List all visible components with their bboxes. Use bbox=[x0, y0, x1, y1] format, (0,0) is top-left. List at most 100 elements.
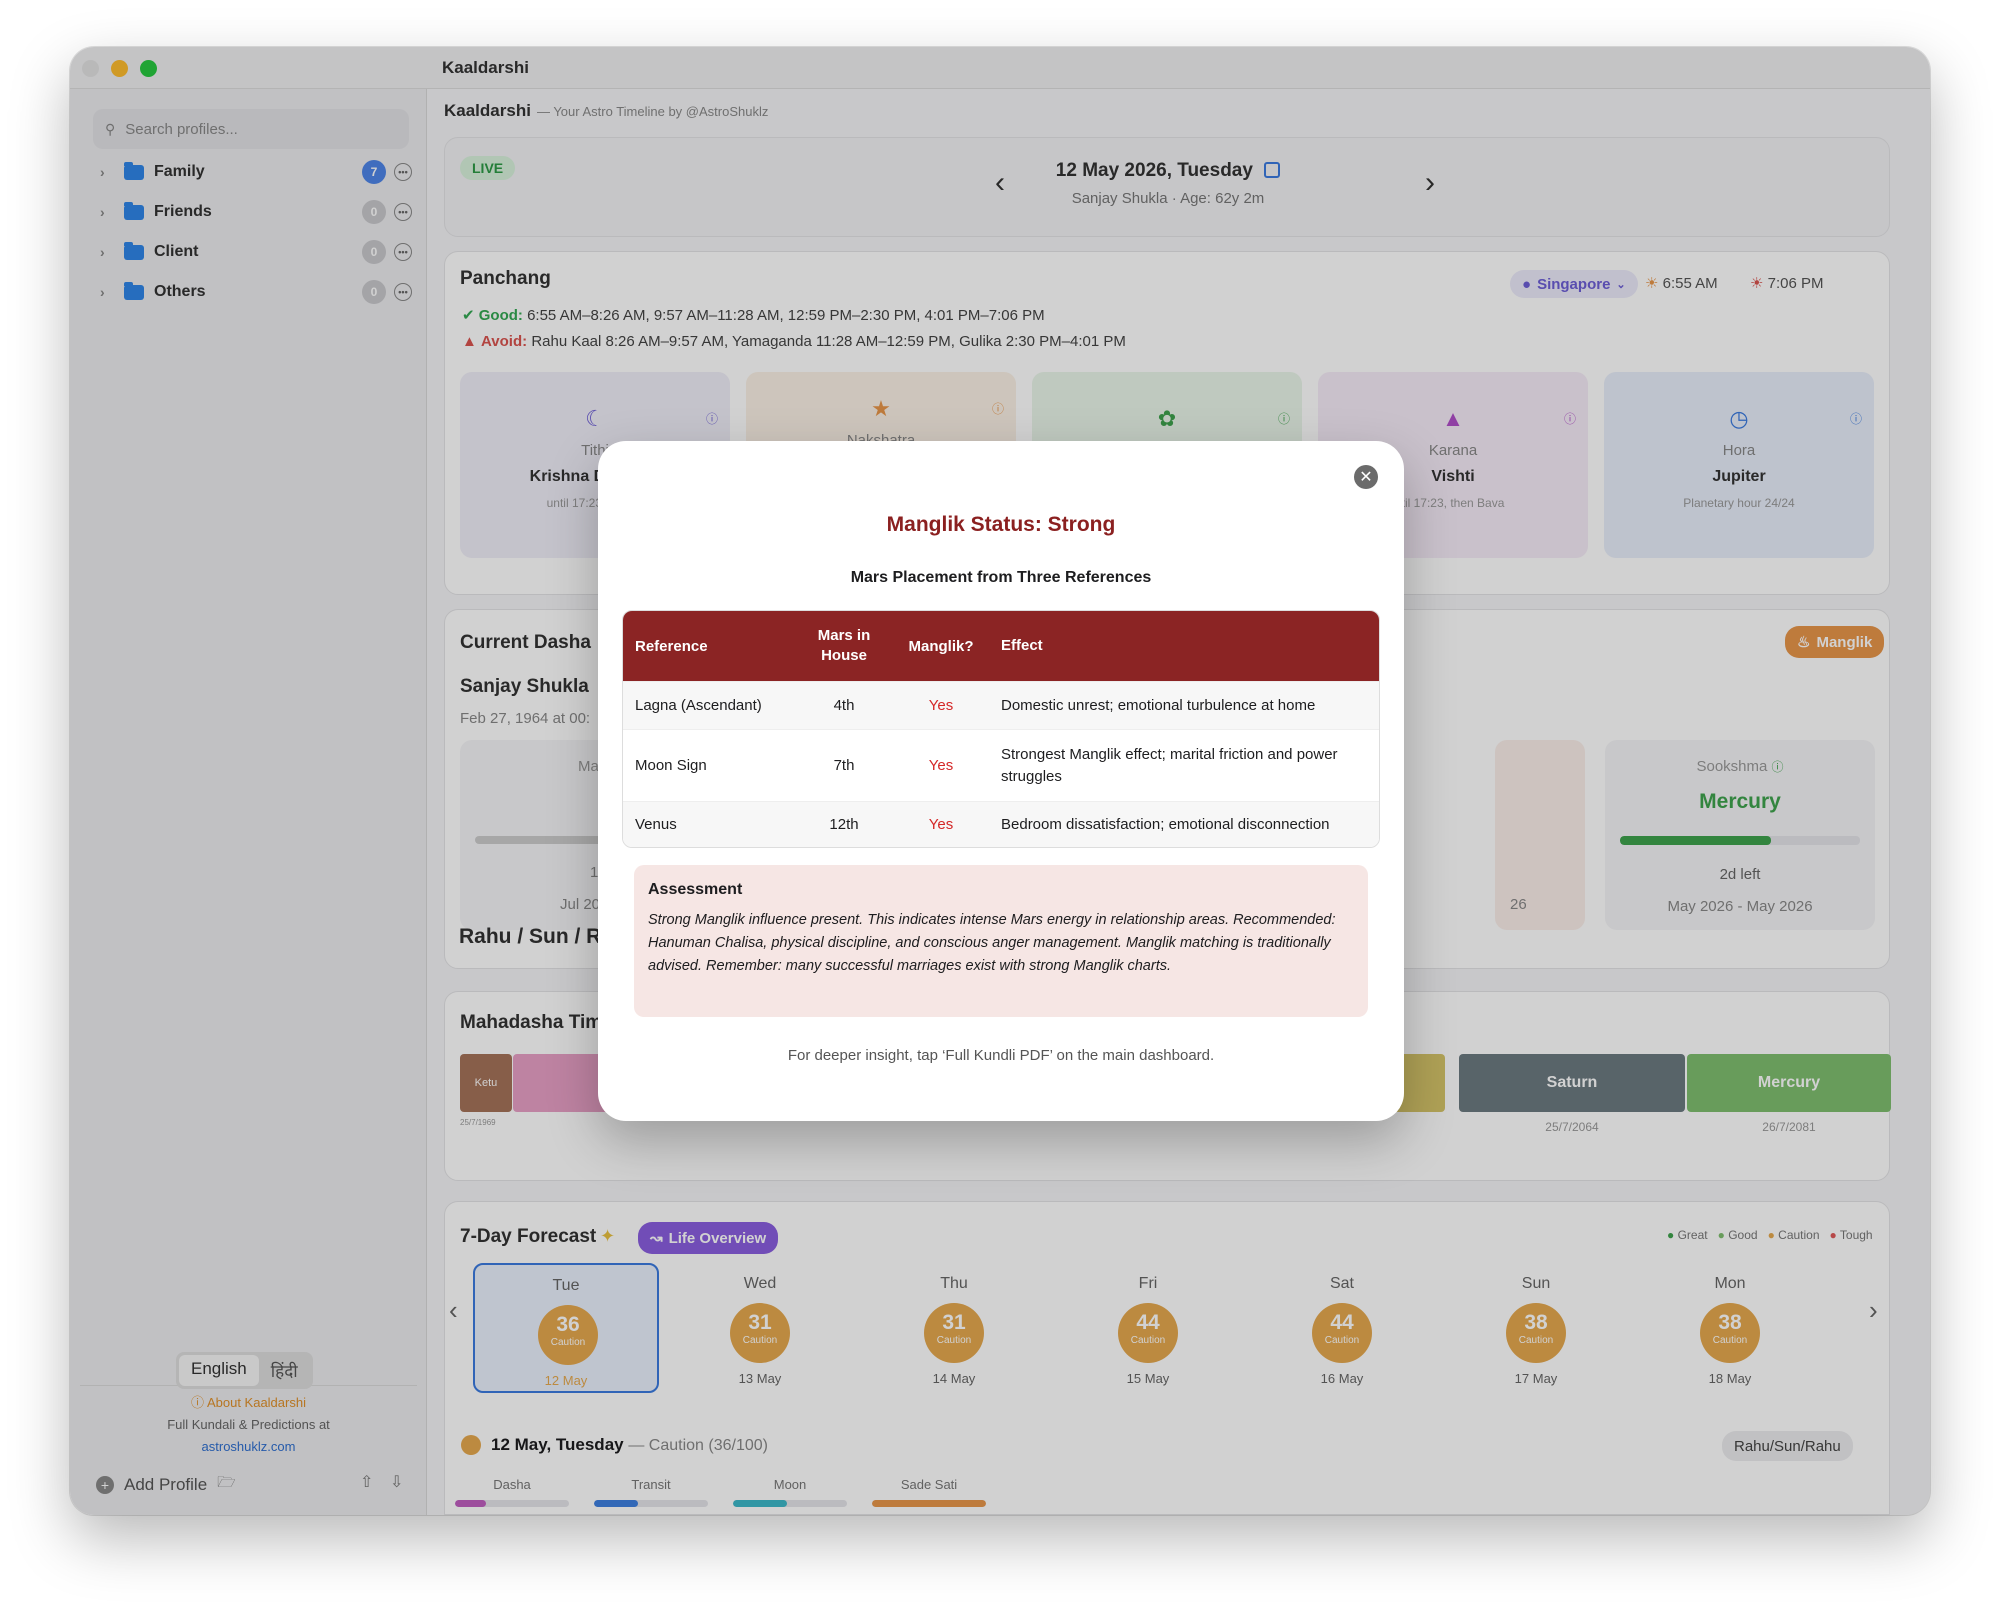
chevron-down-icon: ⌄ bbox=[1616, 278, 1626, 291]
life-overview-label: Life Overview bbox=[668, 1229, 767, 1247]
sookshma-range: May 2026 - May 2026 bbox=[1667, 898, 1813, 915]
metric-bar bbox=[594, 1500, 708, 1507]
zoom-window-button[interactable] bbox=[140, 60, 157, 77]
legend-great: ● Great bbox=[1667, 1228, 1708, 1242]
day-score: 38 bbox=[1524, 1311, 1548, 1334]
metric-bar bbox=[733, 1500, 847, 1507]
pratyantar-range: 26 bbox=[1510, 896, 1527, 913]
info-icon[interactable]: ⓘ bbox=[1564, 410, 1576, 427]
score-circle: 44 Caution bbox=[1118, 1303, 1178, 1363]
sidebar-group-client[interactable]: › Client 0 ••• bbox=[100, 237, 420, 267]
score-circle: 36 Caution bbox=[538, 1305, 598, 1365]
hora-card[interactable]: ◷ ⓘ Hora Jupiter Planetary hour 24/24 bbox=[1604, 372, 1874, 558]
date-label: 12 May 2026, Tuesday bbox=[1055, 160, 1253, 181]
import-icon[interactable]: ⇩ bbox=[390, 1472, 403, 1492]
forecast-prev-button[interactable]: ‹ bbox=[449, 1295, 458, 1326]
sookshma-planet: Mercury bbox=[1699, 790, 1781, 813]
day-score: 36 bbox=[556, 1313, 580, 1336]
timeline-segment[interactable] bbox=[1385, 1054, 1445, 1112]
location-selector[interactable]: ● Singapore ⌄ bbox=[1510, 270, 1638, 298]
add-profile-button[interactable]: + Add Profile 🗁 bbox=[96, 1472, 236, 1497]
chevron-right-icon[interactable]: › bbox=[100, 204, 118, 220]
more-options-icon[interactable]: ••• bbox=[394, 283, 412, 301]
sidebar-group-others[interactable]: › Others 0 ••• bbox=[100, 277, 420, 307]
sookshma-progress bbox=[1620, 836, 1860, 845]
metric-label: Dasha bbox=[493, 1477, 531, 1492]
forecast-day[interactable]: Wed 31 Caution 13 May bbox=[667, 1263, 853, 1393]
mahadasha-label-fragment: Ma bbox=[578, 758, 599, 775]
triangle-icon: ▲ bbox=[1442, 406, 1464, 431]
new-folder-icon[interactable]: 🗁 bbox=[217, 1472, 236, 1497]
count-badge: 7 bbox=[362, 160, 386, 184]
chevron-right-icon[interactable]: › bbox=[100, 164, 118, 180]
timeline-segment-mercury[interactable]: Mercury bbox=[1687, 1054, 1891, 1112]
score-circle: 31 Caution bbox=[730, 1303, 790, 1363]
forecast-day[interactable]: Mon 38 Caution 18 May bbox=[1637, 1263, 1823, 1393]
more-options-icon[interactable]: ••• bbox=[394, 203, 412, 221]
nakshatra-card[interactable]: ★ ⓘ Nakshatra Purva Bhadrapada bbox=[746, 372, 1016, 558]
folder-icon bbox=[124, 241, 144, 260]
yoga-card[interactable]: ✿ ⓘ Yoga Vaidhriti bbox=[1032, 372, 1302, 558]
selected-day-summary: 12 May, Tuesday — Caution (36/100) bbox=[491, 1435, 768, 1455]
group-label: Friends bbox=[154, 203, 212, 220]
minimize-window-button[interactable] bbox=[111, 60, 128, 77]
sidebar-group-family[interactable]: › Family 7 ••• bbox=[100, 157, 420, 187]
forecast-day[interactable]: Fri 44 Caution 15 May bbox=[1055, 1263, 1241, 1393]
forecast-day[interactable]: Sun 38 Caution 17 May bbox=[1443, 1263, 1629, 1393]
sunset: ☀ 7:06 PM bbox=[1750, 274, 1824, 292]
forecast-title: 7-Day Forecast bbox=[460, 1226, 597, 1247]
count-badge: 0 bbox=[362, 200, 386, 224]
segment-date: 26/7/2081 bbox=[1762, 1120, 1816, 1134]
card-label: Tithi bbox=[581, 442, 609, 459]
chevron-right-icon[interactable]: › bbox=[100, 284, 118, 300]
info-icon[interactable]: ⓘ bbox=[706, 410, 718, 427]
forecast-day[interactable]: Thu 31 Caution 14 May bbox=[861, 1263, 1047, 1393]
app-tagline: — Your Astro Timeline by @AstroShuklz bbox=[536, 104, 769, 119]
folder-icon bbox=[124, 161, 144, 180]
timeline-segment-ketu[interactable]: Ketu bbox=[460, 1054, 512, 1112]
manglik-badge[interactable]: ♨ Manglik bbox=[1785, 626, 1885, 658]
tithi-card[interactable]: ☾ ⓘ Tithi Krishna Dashami until 17:23, t… bbox=[460, 372, 730, 558]
info-icon[interactable]: ⓘ bbox=[1278, 410, 1290, 427]
forecast-day[interactable]: Sat 44 Caution 16 May bbox=[1249, 1263, 1435, 1393]
sidebar-group-friends[interactable]: › Friends 0 ••• bbox=[100, 197, 420, 227]
more-options-icon[interactable]: ••• bbox=[394, 163, 412, 181]
sparkle-icon: ✦ bbox=[600, 1226, 616, 1246]
info-icon[interactable]: ⓘ bbox=[992, 400, 1004, 417]
export-icon[interactable]: ⇧ bbox=[360, 1472, 373, 1492]
calendar-icon[interactable] bbox=[1264, 162, 1281, 178]
close-window-button[interactable] bbox=[82, 60, 99, 77]
website-link[interactable]: astroshuklz.com bbox=[70, 1439, 427, 1454]
card-sub: til 17:23, then Bava bbox=[1401, 496, 1505, 510]
next-day-button[interactable]: › bbox=[1425, 166, 1435, 200]
app-window: Kaaldarshi ⚲ Search profiles... › Family… bbox=[70, 47, 1930, 1515]
karana-card[interactable]: ▲ ⓘ Karana Vishti til 17:23, then Bava bbox=[1318, 372, 1588, 558]
about-label: About Kaaldarshi bbox=[206, 1395, 306, 1410]
current-date[interactable]: 12 May 2026, Tuesday bbox=[445, 160, 1891, 182]
language-english[interactable]: English bbox=[179, 1355, 259, 1386]
group-label: Family bbox=[154, 163, 205, 180]
search-input[interactable]: ⚲ Search profiles... bbox=[93, 109, 409, 149]
about-link[interactable]: ⓘ About Kaaldarshi bbox=[70, 1392, 427, 1411]
timeline-segment-saturn[interactable]: Saturn bbox=[1459, 1054, 1685, 1112]
sookshma-left: 2d left bbox=[1719, 866, 1761, 883]
timeline-segment[interactable] bbox=[513, 1054, 613, 1112]
day-status: Caution bbox=[550, 1337, 586, 1348]
moon-icon: ☾ bbox=[585, 406, 605, 431]
chevron-right-icon[interactable]: › bbox=[100, 244, 118, 260]
timeline-title: Mahadasha Tim bbox=[460, 1012, 603, 1033]
info-icon[interactable]: ⓘ bbox=[1772, 760, 1784, 774]
info-icon[interactable]: ⓘ bbox=[1850, 410, 1862, 427]
language-toggle: English हिंदी bbox=[176, 1352, 313, 1389]
dasha-title: Current Dasha bbox=[460, 632, 591, 653]
good-value: 6:55 AM–8:26 AM, 9:57 AM–11:28 AM, 12:59… bbox=[527, 307, 1045, 324]
day-date: 13 May bbox=[738, 1371, 782, 1386]
life-overview-button[interactable]: ↝ Life Overview bbox=[638, 1222, 779, 1254]
more-options-icon[interactable]: ••• bbox=[394, 243, 412, 261]
forecast-day-selected[interactable]: Tue 36 Caution 12 May bbox=[473, 1263, 659, 1393]
dasha-card: Current Dasha ♨ Manglik Sanjay Shukla Fe… bbox=[444, 609, 1890, 969]
language-hindi[interactable]: हिंदी bbox=[259, 1355, 310, 1386]
legend-tough: ● Tough bbox=[1829, 1228, 1873, 1242]
forecast-next-button[interactable]: › bbox=[1869, 1295, 1878, 1326]
mahadasha-range: Jul 20 bbox=[560, 896, 601, 913]
